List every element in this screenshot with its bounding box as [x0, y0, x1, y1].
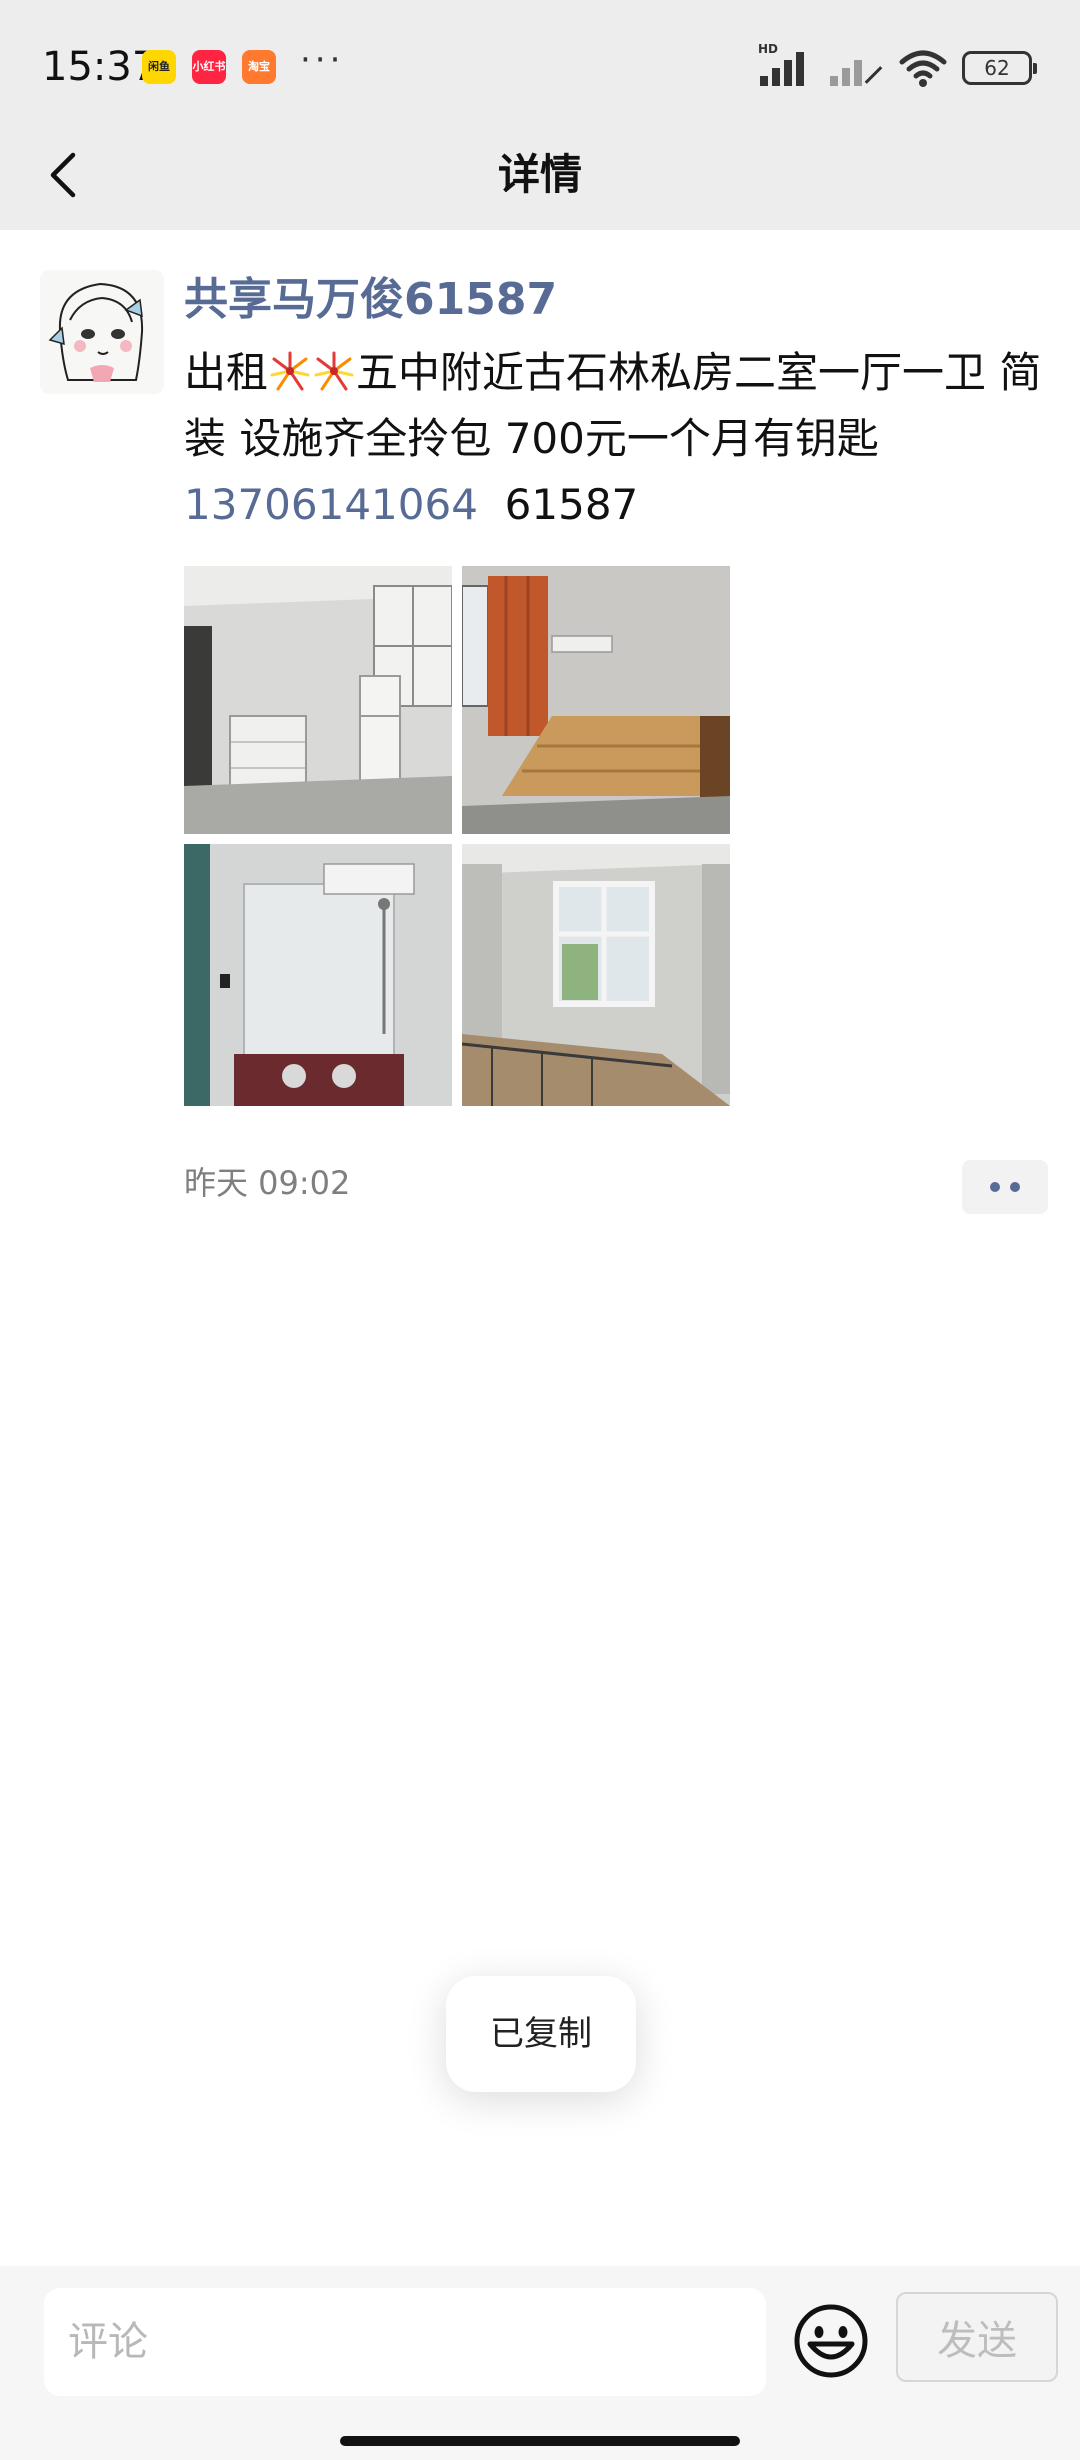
status-bar: 15:37 闲鱼 小红书 淘宝 ··· HD 62 — [0, 0, 1080, 120]
bed-frame-photo — [462, 566, 730, 834]
photo-thumbnail[interactable] — [184, 844, 452, 1106]
status-indicators: HD 62 — [758, 42, 1037, 88]
firework-emoji-icon — [270, 351, 310, 391]
xianyu-app-icon: 闲鱼 — [142, 50, 176, 84]
comment-input[interactable] — [44, 2288, 766, 2396]
more-actions-button[interactable] — [962, 1160, 1048, 1214]
status-time: 15:37 — [42, 44, 158, 90]
phone-link[interactable]: 13706141064 — [184, 480, 478, 529]
battery-icon: 62 — [962, 51, 1037, 85]
cellular-signal-weak-icon — [828, 50, 884, 86]
more-dots-icon — [1010, 1182, 1020, 1192]
post-time: 昨天 09:02 — [184, 1164, 351, 1202]
taobao-app-icon: 淘宝 — [242, 50, 276, 84]
post-content: 出租 五中附近古石林私房二室一厅一卫 简装 设施齐全拎包 700元一个月有钥匙 … — [184, 340, 1050, 538]
status-more-icon: ··· — [300, 40, 345, 80]
xiaohongshu-app-icon: 小红书 — [192, 50, 226, 84]
cellular-signal-icon: HD — [758, 42, 814, 86]
wifi-icon — [899, 50, 947, 87]
window-room-photo — [462, 844, 730, 1106]
send-button[interactable]: 发送 — [896, 2292, 1058, 2382]
avatar-illustration — [40, 270, 164, 394]
bedroom-fridge-photo — [184, 566, 452, 834]
firework-emoji-icon — [314, 351, 354, 391]
copied-toast: 已复制 — [446, 1976, 636, 2092]
comment-bar: 发送 — [0, 2266, 1080, 2460]
photo-thumbnail[interactable] — [184, 566, 452, 834]
smiley-icon[interactable] — [792, 2302, 870, 2380]
content-prefix: 出租 — [184, 348, 269, 397]
bathroom-photo — [184, 844, 452, 1106]
photo-grid — [184, 566, 730, 1106]
screen: 15:37 闲鱼 小红书 淘宝 ··· HD 62 详情 共享马万俊61587 … — [0, 0, 1080, 2460]
nav-bar: 详情 — [0, 120, 1080, 230]
hd-label: HD — [758, 42, 779, 56]
photo-thumbnail[interactable] — [462, 844, 730, 1106]
photo-thumbnail[interactable] — [462, 566, 730, 834]
post-author[interactable]: 共享马万俊61587 — [184, 270, 557, 330]
avatar[interactable] — [40, 270, 164, 394]
home-indicator — [340, 2436, 740, 2446]
more-dots-icon — [990, 1182, 1000, 1192]
post-code: 61587 — [504, 480, 639, 529]
page-title: 详情 — [497, 150, 582, 199]
